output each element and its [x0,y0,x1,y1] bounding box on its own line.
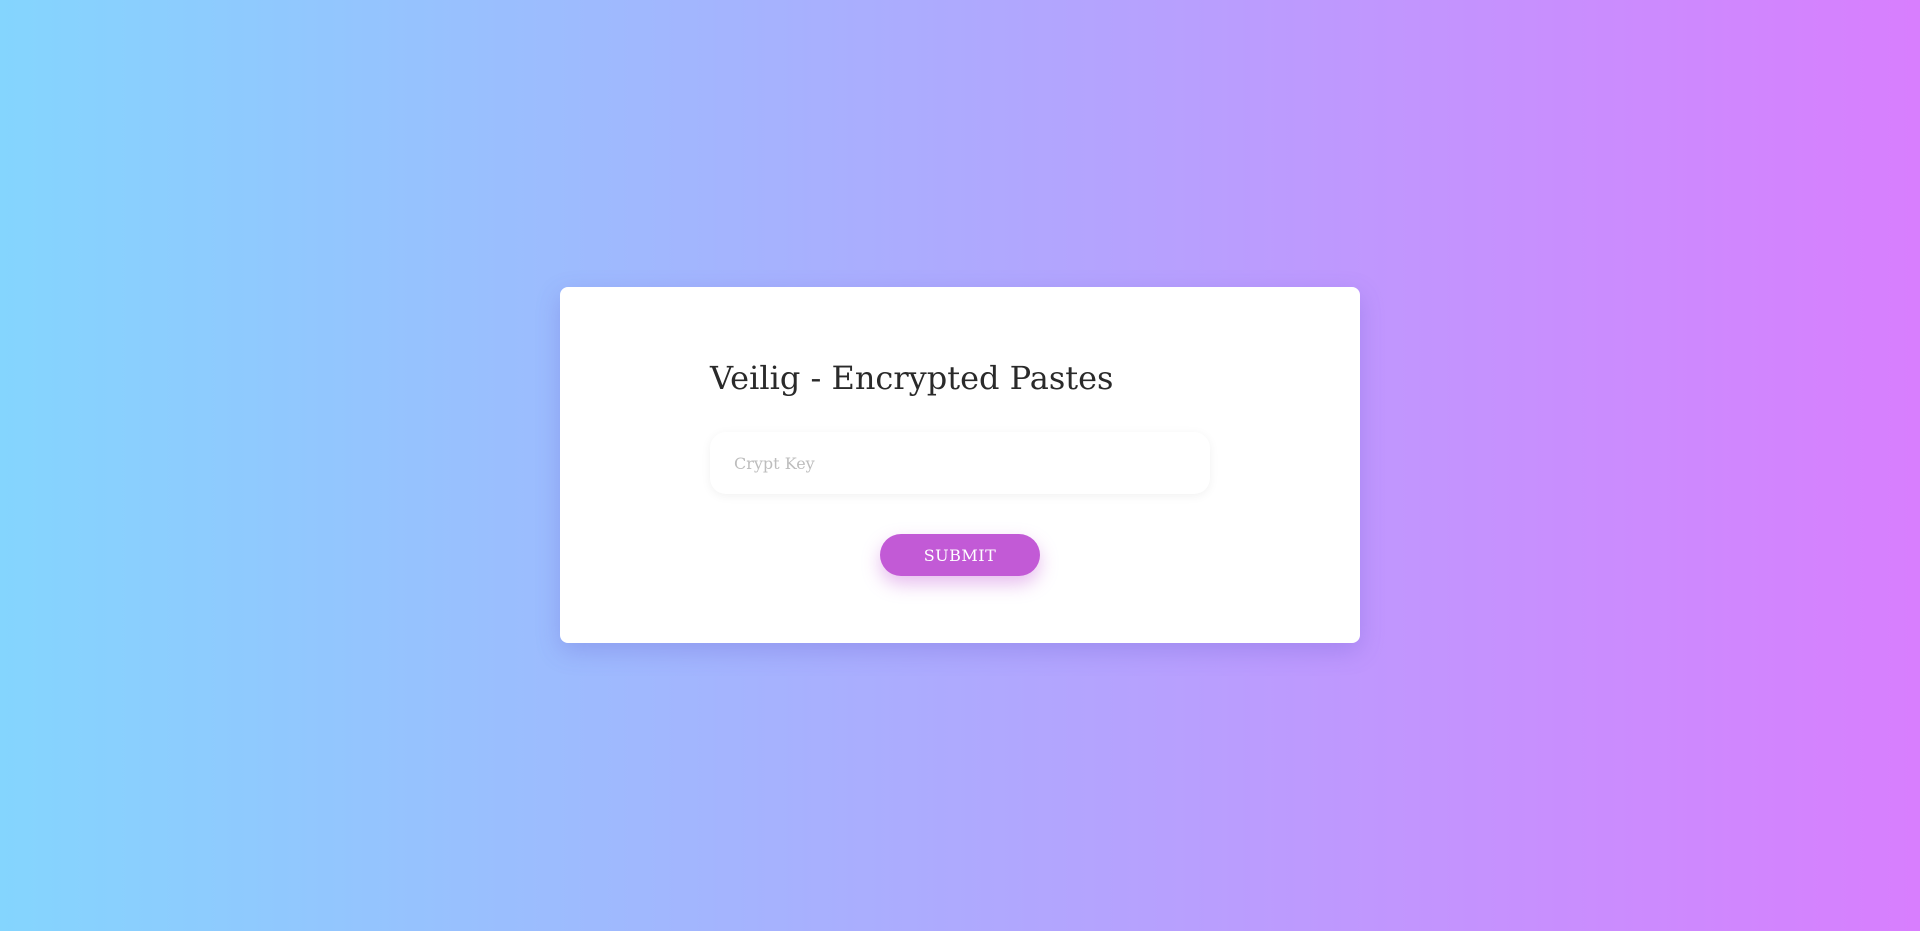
submit-button[interactable]: SUBMIT [880,534,1040,576]
page-title: Veilig - Encrypted Pastes [710,359,1114,397]
crypt-key-input[interactable] [710,432,1210,494]
login-card: Veilig - Encrypted Pastes SUBMIT [560,287,1360,643]
